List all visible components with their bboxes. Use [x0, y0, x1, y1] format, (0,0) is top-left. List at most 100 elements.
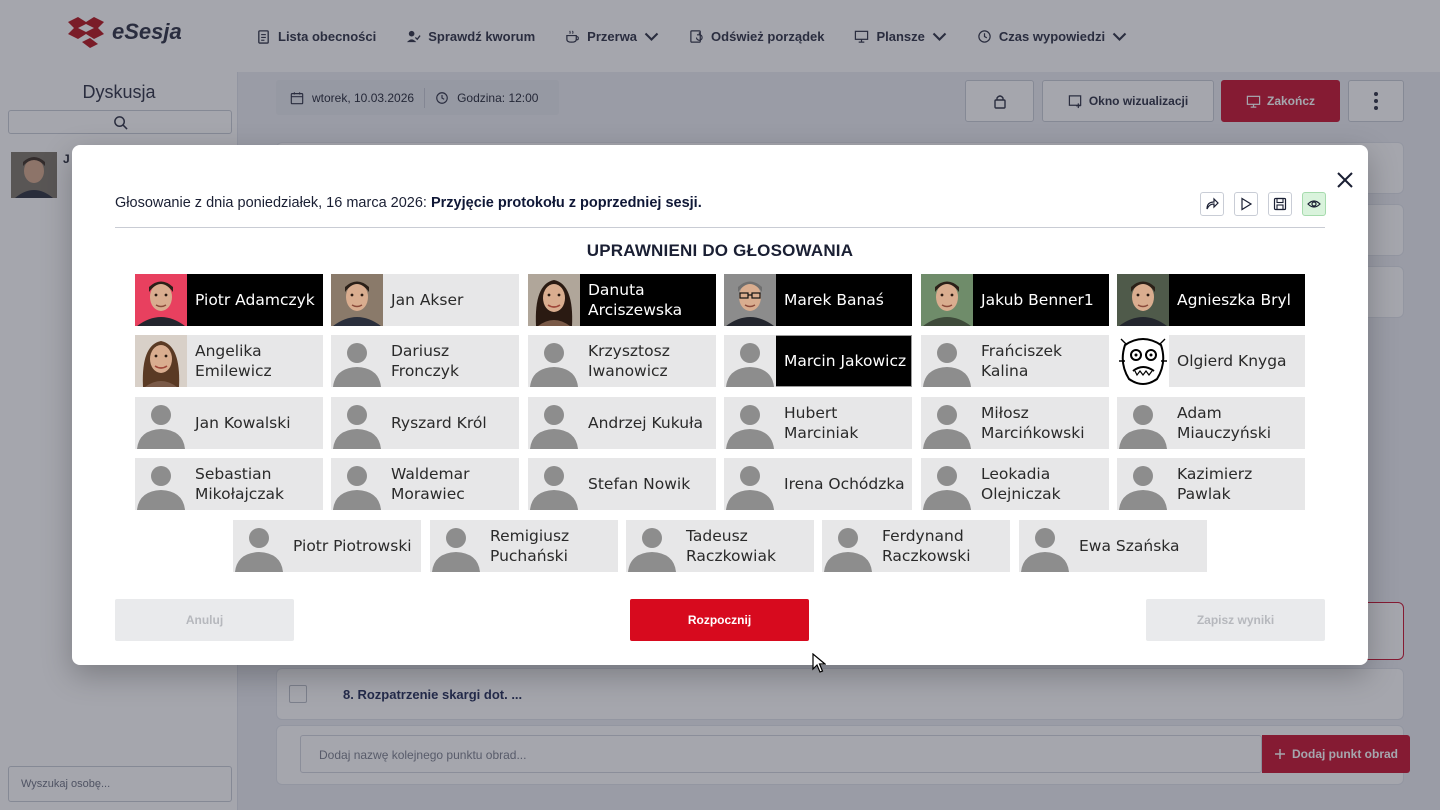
- voter-name: Waldemar Morawiec: [391, 465, 470, 503]
- voter-tile[interactable]: Agnieszka Bryl: [1117, 274, 1305, 326]
- voter-tile[interactable]: Miłosz Marcińkowski: [921, 397, 1109, 449]
- voter-tile[interactable]: Marcin Jakowicz: [724, 335, 912, 387]
- eye-icon: [1307, 200, 1321, 208]
- voter-name: Tadeusz Raczkowiak: [686, 527, 776, 565]
- user-placeholder-icon: [921, 458, 973, 510]
- mouse-cursor-icon: [812, 653, 826, 673]
- voter-name: Olgierd Knyga: [1177, 352, 1287, 370]
- user-placeholder-icon: [528, 397, 580, 449]
- voter-tile[interactable]: Remigiusz Puchański: [430, 520, 618, 572]
- user-placeholder-icon: [233, 520, 285, 572]
- voter-tile[interactable]: Waldemar Morawiec: [331, 458, 519, 510]
- voter-tile[interactable]: Dariusz Fronczyk: [331, 335, 519, 387]
- voting-date: Głosowanie z dnia poniedziałek, 16 marca…: [115, 195, 427, 211]
- share-button[interactable]: [1200, 192, 1224, 216]
- voter-name: Angelika Emilewicz: [195, 342, 272, 380]
- voter-name: Adam Miauczyński: [1177, 404, 1272, 442]
- eligible-voters-heading: UPRAWNIENI DO GŁOSOWANIA: [586, 241, 854, 260]
- voter-tile[interactable]: Hubert Marciniak: [724, 397, 912, 449]
- voter-tile[interactable]: Piotr Piotrowski: [233, 520, 421, 572]
- voting-modal: Głosowanie z dnia poniedziałek, 16 marca…: [72, 145, 1368, 665]
- close-icon[interactable]: [1334, 169, 1356, 191]
- voter-tile[interactable]: Marek Banaś: [724, 274, 912, 326]
- voter-tile[interactable]: Tadeusz Raczkowiak: [626, 520, 814, 572]
- voter-name: Piotr Piotrowski: [293, 537, 412, 555]
- voter-name: Ryszard Król: [391, 414, 487, 432]
- user-placeholder-icon: [135, 397, 187, 449]
- user-placeholder-icon: [331, 397, 383, 449]
- play-icon: [1241, 197, 1253, 211]
- voter-name: Stefan Nowik: [588, 475, 691, 493]
- voter-name: Remigiusz Puchański: [490, 527, 570, 565]
- voter-tile[interactable]: Irena Ochódzka: [724, 458, 912, 510]
- voter-name: Miłosz Marcińkowski: [981, 404, 1085, 442]
- voter-tile[interactable]: Stefan Nowik: [528, 458, 716, 510]
- user-placeholder-icon: [921, 335, 973, 387]
- voter-tile[interactable]: Adam Miauczyński: [1117, 397, 1305, 449]
- voter-tile[interactable]: Frańciszek Kalina: [921, 335, 1109, 387]
- voter-photo: [528, 274, 580, 326]
- voter-tile[interactable]: Ewa Szańska: [1019, 520, 1207, 572]
- voter-tile[interactable]: Jakub Benner1: [921, 274, 1109, 326]
- user-placeholder-icon: [430, 520, 482, 572]
- voting-subject: Przyjęcie protokołu z poprzedniej sesji.: [430, 195, 702, 211]
- voter-photo: [724, 274, 776, 326]
- voter-name: Irena Ochódzka: [784, 475, 905, 493]
- voter-name: Jakub Benner1: [981, 291, 1094, 309]
- voter-tile[interactable]: Krzysztosz Iwanowicz: [528, 335, 716, 387]
- voting-title: Głosowanie z dnia poniedziałek, 16 marca…: [115, 195, 702, 211]
- save-results-button[interactable]: Zapisz wyniki: [1146, 599, 1325, 641]
- voter-tile[interactable]: Jan Akser: [331, 274, 519, 326]
- voter-tile[interactable]: Ryszard Król: [331, 397, 519, 449]
- voter-name: Marcin Jakowicz: [784, 352, 907, 370]
- voter-name: Agnieszka Bryl: [1177, 291, 1291, 309]
- voter-photo: [921, 274, 973, 326]
- voter-photo: [1117, 274, 1169, 326]
- save-icon-button[interactable]: [1268, 192, 1292, 216]
- voter-name: Marek Banaś: [784, 291, 884, 309]
- voter-name: Andrzej Kukuła: [588, 414, 703, 432]
- user-placeholder-icon: [331, 458, 383, 510]
- voter-name: Dariusz Fronczyk: [391, 342, 459, 380]
- voter-name: Hubert Marciniak: [784, 404, 859, 442]
- voter-tile[interactable]: Olgierd Knyga: [1117, 335, 1305, 387]
- voter-name: Ewa Szańska: [1079, 537, 1180, 555]
- user-placeholder-icon: [822, 520, 874, 572]
- voter-name: Kazimierz Pawlak: [1177, 465, 1253, 503]
- voter-tile[interactable]: Leokadia Olejniczak: [921, 458, 1109, 510]
- voter-name: Danuta Arciszewska: [588, 281, 683, 319]
- voter-photo: [135, 274, 187, 326]
- voter-tile[interactable]: Ferdynand Raczkowski: [822, 520, 1010, 572]
- voter-tile[interactable]: Danuta Arciszewska: [528, 274, 716, 326]
- save-icon: [1273, 197, 1287, 211]
- voter-name: Piotr Adamczyk: [195, 291, 315, 309]
- preview-toggle-button[interactable]: [1302, 192, 1326, 216]
- voter-tile[interactable]: Jan Kowalski: [135, 397, 323, 449]
- user-placeholder-icon: [528, 458, 580, 510]
- user-placeholder-icon: [1117, 458, 1169, 510]
- user-placeholder-icon: [528, 335, 580, 387]
- voter-tile[interactable]: Angelika Emilewicz: [135, 335, 323, 387]
- voter-name: Jan Akser: [391, 291, 464, 309]
- voter-name: Frańciszek Kalina: [981, 342, 1063, 380]
- voter-tile[interactable]: Kazimierz Pawlak: [1117, 458, 1305, 510]
- voter-photo: [135, 335, 187, 387]
- user-placeholder-icon: [626, 520, 678, 572]
- modal-divider: [115, 227, 1325, 228]
- voter-photo: [331, 274, 383, 326]
- user-placeholder-icon: [1019, 520, 1071, 572]
- user-placeholder-icon: [1117, 397, 1169, 449]
- start-voting-button[interactable]: Rozpocznij: [630, 599, 809, 641]
- voter-name: Sebastian Mikołajczak: [195, 465, 284, 503]
- user-placeholder-icon: [135, 458, 187, 510]
- user-placeholder-icon: [724, 397, 776, 449]
- voter-name: Ferdynand Raczkowski: [882, 527, 971, 565]
- voter-tile[interactable]: Piotr Adamczyk: [135, 274, 323, 326]
- voter-tile[interactable]: Sebastian Mikołajczak: [135, 458, 323, 510]
- voter-photo: [1117, 335, 1169, 387]
- user-placeholder-icon: [921, 397, 973, 449]
- play-button[interactable]: [1234, 192, 1258, 216]
- cancel-button[interactable]: Anuluj: [115, 599, 294, 641]
- voter-tile[interactable]: Andrzej Kukuła: [528, 397, 716, 449]
- voter-name: Leokadia Olejniczak: [981, 465, 1061, 503]
